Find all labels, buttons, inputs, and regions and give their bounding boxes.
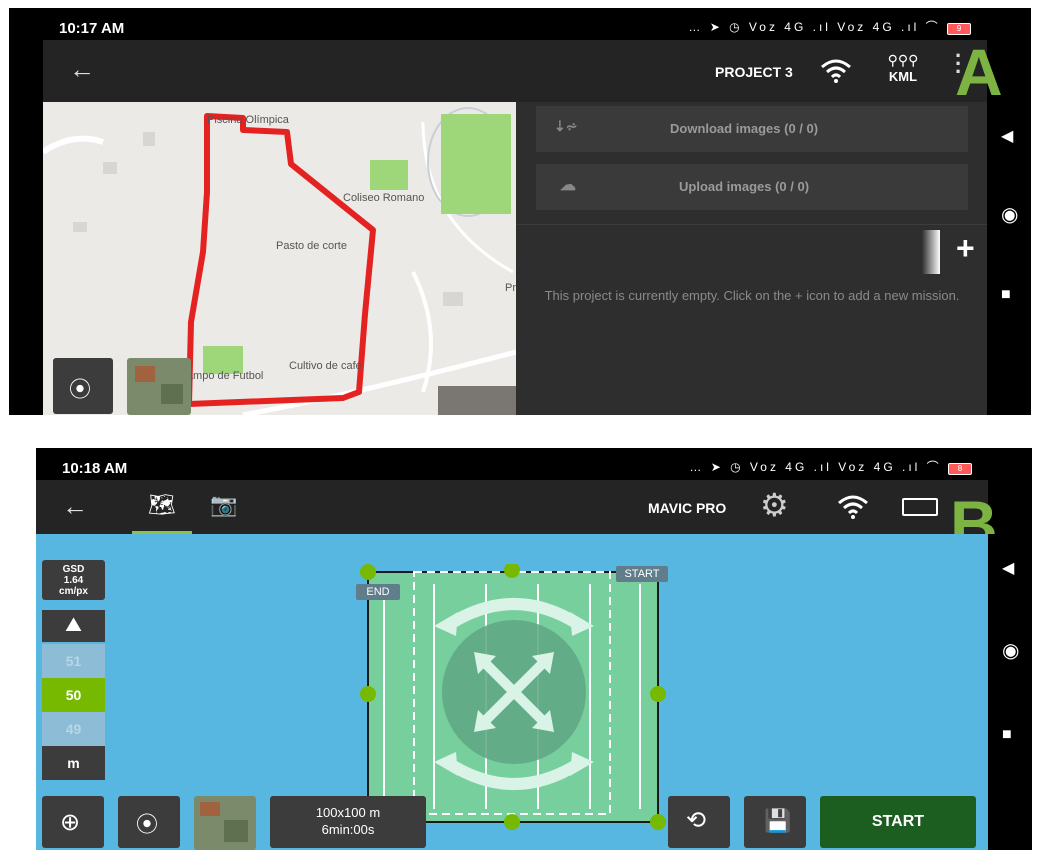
nav-back-icon[interactable]: ◀ — [1002, 558, 1014, 578]
drone-model: MAVIC PRO — [648, 500, 727, 516]
divider — [516, 224, 987, 225]
scroll-shadow — [922, 230, 940, 274]
nav-back-icon[interactable]: ◀ — [1001, 126, 1013, 146]
status-icons: … ➤ ◷ Voz 4G .ıl Voz 4G .ıl ⌒ 9 — [688, 18, 971, 35]
focus-frame-icon: ⦿ — [136, 812, 159, 837]
map-label-soccer: Campo de Futbol — [179, 370, 264, 382]
kml-import-button[interactable]: ⚲⚲⚲ KML — [883, 52, 923, 84]
satellite-thumbnail — [135, 366, 155, 382]
start-mission-button[interactable]: START — [820, 796, 976, 848]
rotate-button[interactable]: ⟲ — [668, 796, 730, 848]
cloud-upload-icon: ☁ — [560, 177, 576, 194]
altitude-option-below[interactable]: 49 — [42, 712, 105, 746]
panel-letter: A — [955, 35, 1003, 109]
android-nav-bar: ◀ ◉ ■ — [987, 102, 1031, 415]
start-tag: START — [616, 566, 668, 582]
gsd-label: GSD — [62, 564, 85, 575]
edge-handle[interactable] — [360, 686, 376, 702]
center-map-button[interactable]: ⦿ — [118, 796, 180, 848]
flight-area: 100x100 m — [315, 805, 381, 820]
app-bar: ← 🗺 📷 MAVIC PRO ⚙ — [36, 480, 988, 534]
flight-duration: 6min:00s — [321, 822, 375, 837]
map-label-pasture: Pasto de corte — [276, 240, 347, 252]
corner-handle[interactable] — [360, 564, 376, 580]
altitude-current[interactable]: 50 — [42, 678, 105, 712]
wifi-icon[interactable] — [836, 494, 870, 520]
drone-download-icon: ⇣⩫ — [554, 118, 578, 134]
app-bar: ← PROJECT 3 ⚲⚲⚲ KML · · · — [43, 40, 987, 102]
screen-a: 10:17 AM … ➤ ◷ Voz 4G .ıl Voz 4G .ıl ⌒ 9… — [9, 8, 1031, 415]
gps-target-icon: ⊕ — [60, 809, 81, 836]
save-button[interactable]: 💾 — [744, 796, 806, 848]
map-label-pool: Piscina Olímpica — [207, 114, 289, 126]
status-indicators: … ➤ ◷ Voz 4G .ıl Voz 4G .ıl ⌒ — [689, 460, 942, 474]
focus-frame-icon: ⦿ — [69, 377, 92, 402]
gsd-value: 1.64 — [63, 575, 84, 586]
download-label: Download images (0 / 0) — [670, 121, 819, 136]
altitude-mountain-icon: ⛰ — [42, 610, 105, 642]
satellite-layer-toggle[interactable] — [127, 358, 191, 415]
mission-panel: ⇣⩫ Download images (0 / 0) ☁ Upload imag… — [516, 102, 987, 415]
nav-recents-icon[interactable]: ■ — [1001, 286, 1011, 304]
corner-handle[interactable] — [650, 814, 666, 830]
drone-battery-icon — [902, 498, 938, 516]
status-icons: … ➤ ◷ Voz 4G .ıl Voz 4G .ıl ⌒ 8 — [689, 458, 972, 475]
end-tag: END — [356, 584, 400, 600]
save-disk-icon: 💾 — [764, 808, 792, 833]
map-label-partial: Pr — [505, 282, 516, 294]
kml-label: KML — [888, 69, 918, 84]
screen-b: 10:18 AM … ➤ ◷ Voz 4G .ıl Voz 4G .ıl ⌒ 8… — [36, 448, 1032, 850]
satellite-thumbnail — [200, 802, 220, 816]
settings-gear-icon[interactable]: ⚙ — [760, 486, 789, 524]
map-label-coffee: Cultivo de café — [289, 360, 362, 372]
map-label-coliseum: Coliseo Romano — [343, 192, 425, 204]
status-time: 10:18 AM — [62, 460, 128, 477]
add-mission-button[interactable]: + — [956, 230, 975, 267]
nav-home-icon[interactable]: ◉ — [1001, 202, 1018, 227]
map-drawing — [43, 107, 516, 415]
status-bar: 10:18 AM … ➤ ◷ Voz 4G .ıl Voz 4G .ıl ⌒ 8 — [36, 448, 1032, 480]
rotate-icon: ⟲ — [686, 807, 707, 834]
map-view[interactable]: Piscina Olímpica Coliseo Romano Pasto de… — [43, 102, 516, 415]
flight-info: 100x100 m 6min:00s — [270, 796, 426, 848]
map-pin-icon: 🗺 — [148, 492, 176, 517]
status-indicators: … ➤ ◷ Voz 4G .ıl Voz 4G .ıl ⌒ — [688, 20, 941, 34]
status-bar: 10:17 AM … ➤ ◷ Voz 4G .ıl Voz 4G .ıl ⌒ 9 — [9, 8, 1031, 40]
tab-map[interactable]: 🗺 — [132, 480, 192, 534]
back-arrow-icon[interactable]: ← — [62, 491, 88, 522]
mission-canvas[interactable]: GSD 1.64 cm/px ⛰ 51 50 49 m END START ⊕ … — [36, 534, 988, 850]
status-time: 10:17 AM — [59, 20, 125, 37]
project-title: PROJECT 3 — [715, 64, 793, 80]
altitude-option-above[interactable]: 51 — [42, 644, 105, 678]
gsd-unit: cm/px — [59, 586, 88, 597]
empty-project-message: This project is currently empty. Click o… — [544, 288, 960, 303]
back-arrow-icon[interactable]: ← — [69, 54, 95, 85]
altitude-unit: m — [42, 746, 105, 780]
wifi-icon[interactable] — [819, 58, 853, 84]
download-images-button[interactable]: ⇣⩫ Download images (0 / 0) — [536, 106, 968, 152]
edge-handle[interactable] — [650, 686, 666, 702]
nav-recents-icon[interactable]: ■ — [1002, 726, 1012, 744]
satellite-layer-toggle[interactable] — [194, 796, 256, 850]
upload-images-button[interactable]: ☁ Upload images (0 / 0) — [536, 164, 968, 210]
map-pins-icon: ⚲⚲⚲ — [887, 52, 919, 68]
survey-area[interactable] — [354, 564, 674, 834]
edge-handle[interactable] — [504, 814, 520, 830]
battery-icon: 8 — [948, 463, 972, 475]
android-nav-bar: ◀ ◉ ■ — [988, 534, 1032, 850]
gsd-indicator: GSD 1.64 cm/px — [42, 560, 105, 600]
locate-button[interactable]: ⊕ — [42, 796, 104, 848]
upload-label: Upload images (0 / 0) — [679, 179, 810, 194]
center-map-button[interactable]: ⦿ — [53, 358, 113, 414]
camera-icon[interactable]: 📷 — [210, 492, 237, 518]
nav-home-icon[interactable]: ◉ — [1002, 638, 1019, 663]
